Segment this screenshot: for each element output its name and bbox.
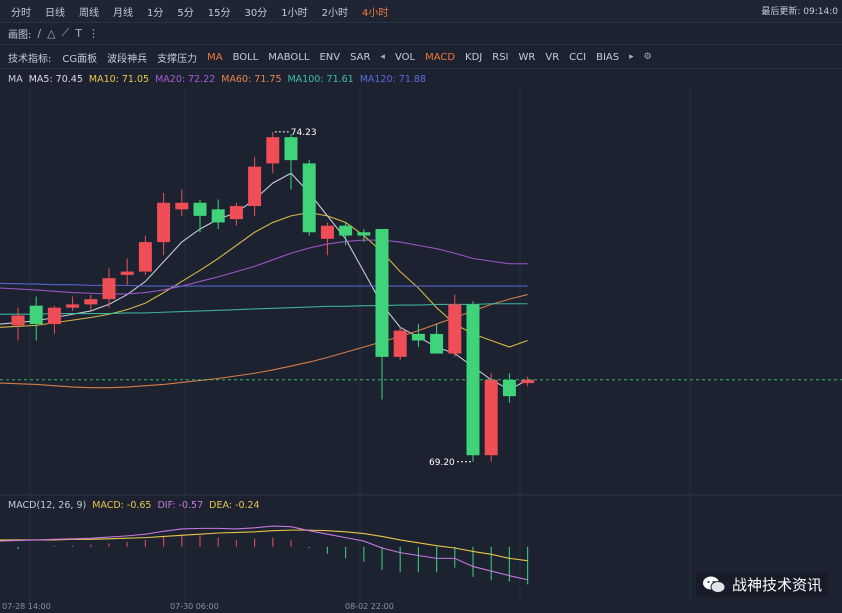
ma-line-MA120 — [0, 282, 528, 287]
candle-body-6 — [120, 271, 134, 275]
candle-body-16 — [302, 163, 316, 233]
macd-dif-line — [0, 525, 528, 581]
x-label-3: 08-02 22:00 — [345, 602, 394, 611]
wechat-icon — [702, 576, 726, 593]
candle-body-3 — [66, 304, 80, 308]
timeframe-tab-7[interactable]: 30分 — [241, 4, 270, 19]
timeframe-bar: 分时 日线 周线 月线 1分 5分 15分 30分 1小时 2小时 4小时 最后更新: 09:14:0 — [0, 0, 842, 23]
indicator-8[interactable]: VOL — [395, 52, 415, 63]
timeframe-tab-9[interactable]: 2小时 — [319, 4, 351, 19]
text-tool-icon[interactable]: T — [75, 27, 82, 40]
indicator-11[interactable]: RSI — [492, 52, 508, 63]
indicator-5[interactable]: MABOLL — [268, 52, 309, 63]
macd-dea-line — [0, 529, 528, 562]
candle-body-0 — [11, 315, 25, 326]
candle-body-27 — [502, 379, 516, 397]
ma-legend-item-4: MA100: 71.61 — [287, 73, 354, 85]
update-time: 最后更新: 09:14:0 — [761, 7, 838, 17]
macd-legend-item-0: MACD: -0.65 — [92, 499, 152, 511]
indicator-0[interactable]: CG面板 — [62, 50, 97, 65]
candle-body-11 — [211, 209, 225, 223]
x-label-2: 07-30 06:00 — [170, 602, 219, 611]
macd-legend: MACD(12, 26, 9) MACD: -0.65 DIF: -0.57 DEA… — [0, 496, 842, 514]
candle-body-24 — [448, 304, 462, 354]
line-icon[interactable]: ⟋ — [62, 26, 70, 40]
candle-body-20 — [375, 228, 389, 357]
indicator-1[interactable]: 波段神兵 — [107, 50, 147, 65]
indicator-13[interactable]: VR — [545, 52, 559, 63]
drawing-label: 画图: — [8, 29, 32, 41]
timeframe-tab-1[interactable]: 日线 — [42, 4, 68, 19]
drawing-toolbar: 画图: ∕ △ ⟋ T ⋮ — [0, 22, 842, 45]
ma-legend: MA MA5: 70.45 MA10: 71.05 MA20: 72.22 MA60:… — [0, 70, 842, 88]
candle-body-5 — [102, 278, 116, 300]
candle-body-4 — [84, 299, 98, 305]
macd-legend-title: MACD(12, 26, 9) — [8, 499, 87, 511]
timeframe-tab-6[interactable]: 15分 — [205, 4, 234, 19]
candle-body-18 — [339, 225, 353, 236]
candle-body-22 — [411, 333, 425, 341]
indicator-10[interactable]: KDJ — [465, 52, 482, 63]
candle-body-2 — [47, 307, 61, 325]
macd-legend-item-2: DEA: -0.24 — [209, 499, 260, 511]
triangle-icon[interactable]: △ — [47, 27, 55, 40]
indicator-4[interactable]: BOLL — [233, 52, 259, 63]
pen-icon[interactable]: ∕ — [37, 27, 41, 40]
indicator-12[interactable]: WR — [519, 52, 536, 63]
timeframe-tab-3[interactable]: 月线 — [110, 4, 136, 19]
candle-body-7 — [138, 242, 152, 272]
max-price-label: 74.23 — [291, 128, 317, 138]
candle-body-12 — [229, 206, 243, 220]
candle-body-19 — [357, 232, 371, 236]
timeframe-tab-5[interactable]: 5分 — [174, 4, 196, 19]
gear-icon[interactable]: ⚙ — [644, 52, 652, 62]
indicator-toolbar: 技术指标: CG面板 波段神兵 支撑压力 MA BOLL MABOLL ENV SAR ◂ VOL… — [0, 46, 842, 69]
candle-body-1 — [29, 305, 43, 325]
indicator-2[interactable]: 支撑压力 — [157, 50, 197, 65]
candle-body-17 — [320, 225, 334, 239]
indicator-3[interactable]: MA — [207, 52, 222, 63]
timeframe-tab-0[interactable]: 分时 — [8, 4, 34, 19]
watermark: 战神技术资讯 — [695, 572, 828, 597]
ma-legend-item-5: MA120: 71.88 — [359, 73, 426, 85]
timeframe-tab-10[interactable]: 4小时 — [359, 4, 391, 19]
price-chart[interactable]: 74.23 69.20 — [0, 88, 842, 613]
candle-body-14 — [266, 137, 280, 164]
scroll-right-icon[interactable]: ▸ — [629, 52, 634, 62]
indicator-14[interactable]: CCI — [569, 52, 586, 63]
ma-legend-item-3: MA60: 71.75 — [221, 73, 282, 85]
timeframe-tab-8[interactable]: 1小时 — [278, 4, 310, 19]
timeframe-tab-2[interactable]: 周线 — [76, 4, 102, 19]
macd-legend-item-1: DIF: -0.57 — [157, 499, 204, 511]
ma-line-MA5 — [0, 172, 528, 391]
min-price-label: 69.20 — [429, 458, 455, 468]
ma-legend-item-1: MA10: 71.05 — [88, 73, 150, 85]
candle-body-8 — [157, 202, 171, 243]
candle-body-23 — [430, 333, 444, 354]
candle-body-10 — [193, 202, 207, 216]
x-label-1: 07-28 14:00 — [2, 602, 51, 611]
more-tools-icon[interactable]: ⋮ — [88, 27, 99, 40]
ma-legend-title: MA — [8, 73, 23, 85]
candle-body-26 — [484, 379, 498, 456]
watermark-text: 战神技术资讯 — [731, 576, 822, 594]
indicator-7[interactable]: SAR — [350, 52, 370, 63]
indicator-9[interactable]: MACD — [425, 52, 455, 63]
timeframe-tab-4[interactable]: 1分 — [144, 4, 166, 19]
indicator-15[interactable]: BIAS — [596, 52, 619, 63]
ma-legend-item-0: MA5: 70.45 — [28, 73, 83, 85]
indicator-6[interactable]: ENV — [319, 52, 340, 63]
candle-body-15 — [284, 137, 298, 161]
candle-body-13 — [248, 166, 262, 207]
ma-legend-item-2: MA20: 72.22 — [155, 73, 216, 85]
scroll-left-icon[interactable]: ◂ — [380, 52, 385, 62]
indicator-label: 技术指标: — [8, 53, 52, 65]
candle-body-9 — [175, 202, 189, 210]
candle-body-21 — [393, 330, 407, 357]
